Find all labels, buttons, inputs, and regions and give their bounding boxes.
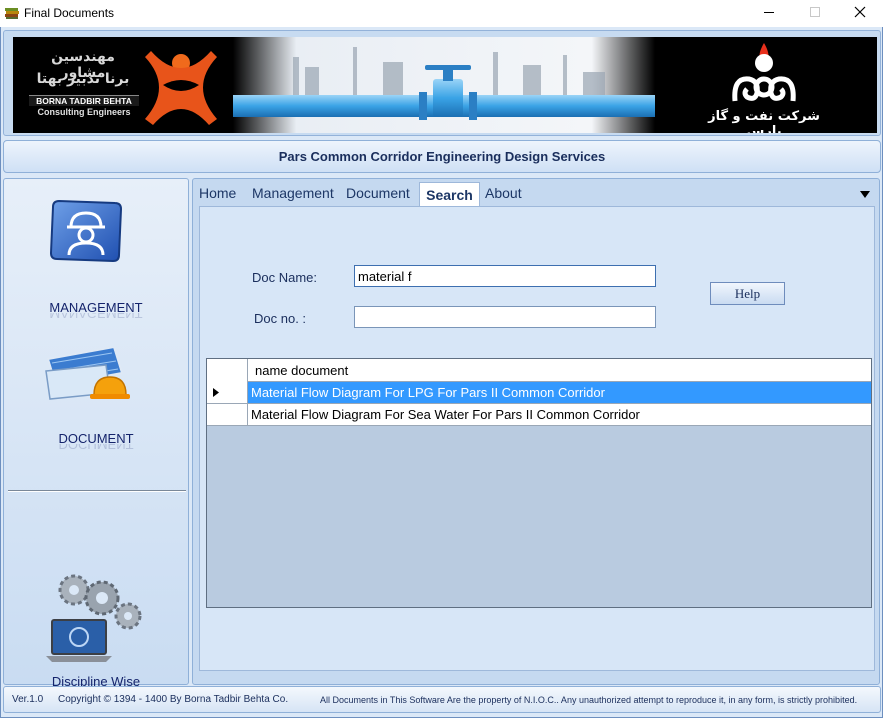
row-pointer-icon — [213, 385, 219, 400]
tab-about[interactable]: About — [485, 185, 522, 201]
sidebar-separator — [8, 490, 186, 492]
table-row[interactable]: Material Flow Diagram For LPG For Pars I… — [207, 382, 871, 404]
sidebar-item-label-reflection: MANAGEMENT — [49, 313, 143, 321]
oil-company-name: شرکت نفت و گاز پارس — [708, 109, 820, 133]
help-button[interactable]: Help — [710, 282, 785, 305]
doc-no-input[interactable] — [354, 306, 656, 328]
search-tab-page: Doc Name: Doc no. : Help name document M… — [199, 206, 875, 671]
pars-oil-gas-logo: شرکت نفت و گاز پارس — [689, 41, 839, 133]
copyright-label: Copyright © 1394 - 1400 By Borna Tadbir … — [58, 694, 289, 705]
sidebar-item-document[interactable]: DOCUMENT DOCUMENT — [4, 339, 188, 459]
results-grid: name document Material Flow Diagram For … — [206, 358, 872, 608]
tab-home[interactable]: Home — [199, 185, 236, 201]
triangle-down-icon[interactable] — [860, 187, 870, 202]
doc-name-label: Doc Name: — [252, 270, 318, 285]
status-bar: Ver.1.0 Copyright © 1394 - 1400 By Borna… — [3, 686, 881, 713]
maximize-button[interactable] — [792, 0, 838, 27]
orange-x-emblem-icon — [143, 45, 219, 130]
sidebar-item-management[interactable]: MANAGEMENT MANAGEMENT — [4, 193, 188, 321]
table-cell[interactable]: Material Flow Diagram For Sea Water For … — [248, 404, 871, 426]
ownership-notice: All Documents in This Software Are the p… — [320, 695, 858, 705]
logo-text-en-1: BORNA TADBIR BEHTA — [29, 95, 139, 106]
minimize-button[interactable] — [746, 0, 792, 27]
row-header[interactable] — [207, 382, 248, 404]
version-label: Ver.1.0 — [12, 694, 44, 705]
grid-header: name document — [207, 359, 871, 382]
books-icon — [4, 5, 20, 21]
sidebar: MANAGEMENT MANAGEMENT DOCUMENT DOCUMENT — [3, 178, 189, 695]
row-header-corner — [207, 359, 248, 382]
row-header[interactable] — [207, 404, 248, 426]
sidebar-item-discipline-wise[interactable]: Discipline Wise Discipline Wise — [4, 564, 188, 695]
banner-frame: مهندسین مشاور برنا تدبیر بهتا BORNA TADB… — [3, 30, 881, 136]
tab-management[interactable]: Management — [252, 185, 334, 201]
window-title: Final Documents — [24, 6, 115, 20]
main-panel: Home Management Document Search About Do… — [192, 178, 880, 685]
window-client: مهندسین مشاور برنا تدبیر بهتا BORNA TADB… — [0, 27, 883, 718]
project-title: Pars Common Corridor Engineering Design … — [278, 149, 606, 164]
tab-document[interactable]: Document — [346, 185, 410, 201]
table-cell[interactable]: Material Flow Diagram For LPG For Pars I… — [248, 382, 871, 404]
maximize-icon — [809, 6, 821, 21]
tab-bar: Home Management Document Search About — [195, 181, 877, 206]
table-row[interactable]: Material Flow Diagram For Sea Water For … — [207, 404, 871, 426]
doc-name-input[interactable] — [354, 265, 656, 287]
consulting-engineers-logo: مهندسین مشاور برنا تدبیر بهتا BORNA TADB… — [27, 45, 217, 127]
close-button[interactable] — [837, 0, 883, 27]
blueprint-helmet-icon — [44, 343, 130, 414]
minimize-icon — [763, 6, 775, 21]
column-header-name-document[interactable]: name document — [255, 363, 348, 378]
logo-text-fa-2: برنا تدبیر بهتا — [36, 71, 130, 87]
doc-no-label: Doc no. : — [254, 311, 307, 326]
title-bar: Final Documents — [0, 0, 883, 27]
pipeline-image — [233, 37, 655, 133]
tab-search[interactable]: Search — [419, 182, 480, 206]
engineer-icon — [49, 197, 123, 268]
gears-laptop-icon — [44, 572, 144, 667]
close-icon — [854, 6, 866, 21]
project-title-bar: Pars Common Corridor Engineering Design … — [3, 140, 881, 173]
flame-emblem-icon — [729, 41, 799, 110]
logo-text-en-2: Consulting Engineers — [37, 107, 131, 117]
banner: مهندسین مشاور برنا تدبیر بهتا BORNA TADB… — [13, 37, 877, 133]
sidebar-item-label-reflection: DOCUMENT — [58, 444, 134, 452]
